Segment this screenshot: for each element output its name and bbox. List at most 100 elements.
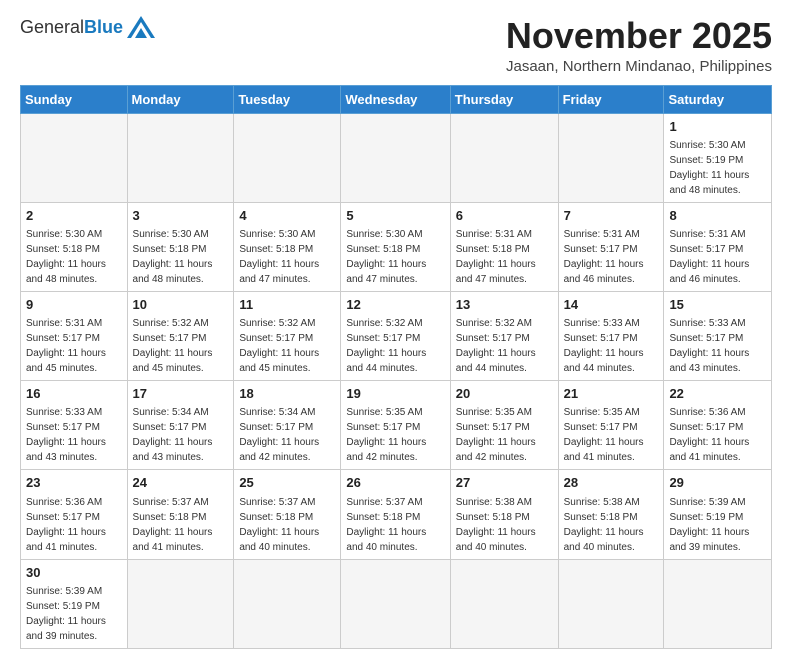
day-number: 10 [133, 296, 229, 314]
day-number: 20 [456, 385, 553, 403]
calendar-cell: 7Sunrise: 5:31 AM Sunset: 5:17 PM Daylig… [558, 202, 664, 291]
day-number: 3 [133, 207, 229, 225]
day-number: 13 [456, 296, 553, 314]
day-info: Sunrise: 5:33 AM Sunset: 5:17 PM Dayligh… [564, 316, 659, 376]
logo-general-text: General [20, 17, 84, 38]
calendar-cell: 19 Sunrise: 5:35 AM Sunset: 5:17 PM Dayli… [341, 381, 450, 470]
calendar-cell: 10 Sunrise: 5:32 AM Sunset: 5:17 PM Dayli… [127, 291, 234, 380]
day-number: 8 [669, 207, 766, 225]
logo-icon [127, 16, 155, 38]
day-info: Sunrise: 5:33 AM Sunset: 5:17 PM Dayligh… [669, 316, 766, 376]
day-info: Sunrise: 5:37 AM Sunset: 5:18 PM Dayligh… [346, 495, 444, 555]
day-info: Sunrise: 5:38 AM Sunset: 5:18 PM Dayligh… [564, 495, 659, 555]
weekday-header-monday: Monday [127, 85, 234, 113]
day-info: Sunrise: 5:30 AM Sunset: 5:18 PM Dayligh… [346, 227, 444, 287]
calendar-week-row: 16 Sunrise: 5:33 AM Sunset: 5:17 PM Dayli… [21, 381, 772, 470]
calendar-week-row: 1Sunrise: 5:30 AM Sunset: 5:19 PM Daylig… [21, 113, 772, 202]
calendar-cell [21, 113, 128, 202]
weekday-header-thursday: Thursday [450, 85, 558, 113]
calendar-cell: 12Sunrise: 5:32 AM Sunset: 5:17 PM Dayli… [341, 291, 450, 380]
day-number: 19 [346, 385, 444, 403]
calendar-cell: 11Sunrise: 5:32 AM Sunset: 5:17 PM Dayli… [234, 291, 341, 380]
logo: GeneralBlue [20, 16, 155, 38]
day-number: 29 [669, 474, 766, 492]
calendar-cell: 13Sunrise: 5:32 AM Sunset: 5:17 PM Dayli… [450, 291, 558, 380]
calendar-cell [558, 559, 664, 648]
calendar-cell [127, 113, 234, 202]
day-info: Sunrise: 5:35 AM Sunset: 5:17 PM Dayligh… [346, 405, 444, 465]
calendar-cell: 25 Sunrise: 5:37 AM Sunset: 5:18 PM Dayli… [234, 470, 341, 559]
calendar-cell [127, 559, 234, 648]
day-number: 23 [26, 474, 122, 492]
calendar-cell: 5 Sunrise: 5:30 AM Sunset: 5:18 PM Daylig… [341, 202, 450, 291]
day-info: Sunrise: 5:39 AM Sunset: 5:19 PM Dayligh… [669, 495, 766, 555]
calendar-cell [450, 113, 558, 202]
day-number: 15 [669, 296, 766, 314]
weekday-header-row: SundayMondayTuesdayWednesdayThursdayFrid… [21, 85, 772, 113]
calendar-cell: 20 Sunrise: 5:35 AM Sunset: 5:17 PM Dayli… [450, 381, 558, 470]
calendar-cell: 21Sunrise: 5:35 AM Sunset: 5:17 PM Dayli… [558, 381, 664, 470]
day-number: 30 [26, 564, 122, 582]
weekday-header-saturday: Saturday [664, 85, 772, 113]
calendar-week-row: 23Sunrise: 5:36 AM Sunset: 5:17 PM Dayli… [21, 470, 772, 559]
day-info: Sunrise: 5:32 AM Sunset: 5:17 PM Dayligh… [239, 316, 335, 376]
day-number: 9 [26, 296, 122, 314]
calendar-cell: 15 Sunrise: 5:33 AM Sunset: 5:17 PM Dayli… [664, 291, 772, 380]
day-info: Sunrise: 5:36 AM Sunset: 5:17 PM Dayligh… [669, 405, 766, 465]
day-number: 18 [239, 385, 335, 403]
weekday-header-sunday: Sunday [21, 85, 128, 113]
calendar-cell: 9 Sunrise: 5:31 AM Sunset: 5:17 PM Daylig… [21, 291, 128, 380]
calendar-cell [341, 113, 450, 202]
day-number: 4 [239, 207, 335, 225]
calendar-cell [558, 113, 664, 202]
day-number: 25 [239, 474, 335, 492]
day-number: 7 [564, 207, 659, 225]
day-number: 14 [564, 296, 659, 314]
day-info: Sunrise: 5:32 AM Sunset: 5:17 PM Dayligh… [133, 316, 229, 376]
day-number: 26 [346, 474, 444, 492]
calendar-cell [234, 559, 341, 648]
day-number: 22 [669, 385, 766, 403]
calendar-cell [664, 559, 772, 648]
day-info: Sunrise: 5:34 AM Sunset: 5:17 PM Dayligh… [133, 405, 229, 465]
day-number: 21 [564, 385, 659, 403]
day-info: Sunrise: 5:39 AM Sunset: 5:19 PM Dayligh… [26, 584, 122, 644]
day-number: 16 [26, 385, 122, 403]
day-info: Sunrise: 5:30 AM Sunset: 5:18 PM Dayligh… [133, 227, 229, 287]
calendar-cell: 4 Sunrise: 5:30 AM Sunset: 5:18 PM Daylig… [234, 202, 341, 291]
day-info: Sunrise: 5:37 AM Sunset: 5:18 PM Dayligh… [133, 495, 229, 555]
calendar-cell: 1Sunrise: 5:30 AM Sunset: 5:19 PM Daylig… [664, 113, 772, 202]
day-info: Sunrise: 5:30 AM Sunset: 5:19 PM Dayligh… [669, 138, 766, 198]
calendar-cell: 23Sunrise: 5:36 AM Sunset: 5:17 PM Dayli… [21, 470, 128, 559]
calendar-cell: 24Sunrise: 5:37 AM Sunset: 5:18 PM Dayli… [127, 470, 234, 559]
calendar-cell: 29 Sunrise: 5:39 AM Sunset: 5:19 PM Dayli… [664, 470, 772, 559]
day-number: 27 [456, 474, 553, 492]
calendar-cell: 30 Sunrise: 5:39 AM Sunset: 5:19 PM Dayli… [21, 559, 128, 648]
weekday-header-friday: Friday [558, 85, 664, 113]
day-info: Sunrise: 5:34 AM Sunset: 5:17 PM Dayligh… [239, 405, 335, 465]
day-number: 5 [346, 207, 444, 225]
day-info: Sunrise: 5:35 AM Sunset: 5:17 PM Dayligh… [456, 405, 553, 465]
title-section: November 2025 Jasaan, Northern Mindanao,… [506, 16, 772, 75]
day-info: Sunrise: 5:31 AM Sunset: 5:17 PM Dayligh… [26, 316, 122, 376]
logo-blue-text: Blue [84, 17, 123, 38]
calendar-week-row: 30 Sunrise: 5:39 AM Sunset: 5:19 PM Dayli… [21, 559, 772, 648]
day-number: 12 [346, 296, 444, 314]
day-info: Sunrise: 5:30 AM Sunset: 5:18 PM Dayligh… [239, 227, 335, 287]
calendar-cell: 3 Sunrise: 5:30 AM Sunset: 5:18 PM Daylig… [127, 202, 234, 291]
calendar-cell [234, 113, 341, 202]
calendar-cell: 17Sunrise: 5:34 AM Sunset: 5:17 PM Dayli… [127, 381, 234, 470]
calendar-cell: 28Sunrise: 5:38 AM Sunset: 5:18 PM Dayli… [558, 470, 664, 559]
calendar-cell: 18 Sunrise: 5:34 AM Sunset: 5:17 PM Dayli… [234, 381, 341, 470]
weekday-header-wednesday: Wednesday [341, 85, 450, 113]
day-info: Sunrise: 5:33 AM Sunset: 5:17 PM Dayligh… [26, 405, 122, 465]
calendar-table: SundayMondayTuesdayWednesdayThursdayFrid… [20, 85, 772, 649]
weekday-header-tuesday: Tuesday [234, 85, 341, 113]
page-header: GeneralBlue November 2025 Jasaan, Northe… [20, 16, 772, 75]
day-info: Sunrise: 5:38 AM Sunset: 5:18 PM Dayligh… [456, 495, 553, 555]
day-info: Sunrise: 5:30 AM Sunset: 5:18 PM Dayligh… [26, 227, 122, 287]
day-info: Sunrise: 5:37 AM Sunset: 5:18 PM Dayligh… [239, 495, 335, 555]
month-title: November 2025 [506, 16, 772, 56]
day-info: Sunrise: 5:31 AM Sunset: 5:18 PM Dayligh… [456, 227, 553, 287]
calendar-cell: 16 Sunrise: 5:33 AM Sunset: 5:17 PM Dayli… [21, 381, 128, 470]
